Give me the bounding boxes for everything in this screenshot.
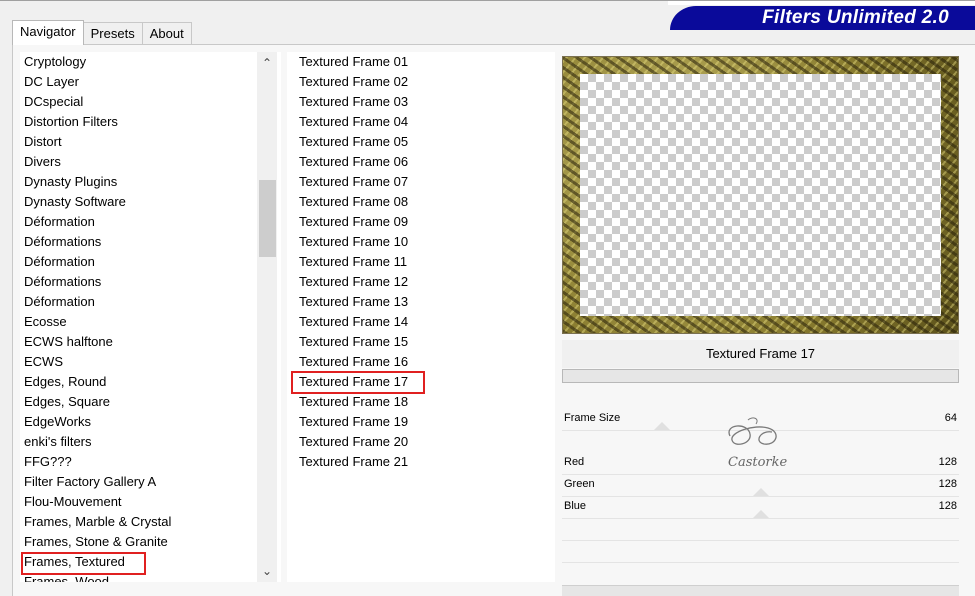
category-item[interactable]: Edges, Round bbox=[24, 372, 106, 392]
filter-item[interactable]: Textured Frame 21 bbox=[299, 452, 408, 472]
filter-item[interactable]: Textured Frame 04 bbox=[299, 112, 408, 132]
param-label: Frame Size bbox=[564, 412, 621, 424]
param-value: 64 bbox=[944, 412, 957, 424]
param-value: 128 bbox=[938, 500, 957, 512]
filter-list[interactable]: Textured Frame 01 Textured Frame 02 Textur… bbox=[287, 52, 555, 582]
filter-item[interactable]: Textured Frame 02 bbox=[299, 72, 408, 92]
scrollbar-thumb[interactable] bbox=[259, 180, 276, 257]
category-item[interactable]: Frames, Stone & Granite bbox=[24, 532, 168, 552]
category-scrollbar[interactable]: ⌃ ⌄ bbox=[257, 52, 277, 582]
category-list[interactable]: Cryptology DC Layer DCspecial Distortion Fi… bbox=[20, 52, 281, 582]
progress-bar bbox=[562, 369, 959, 383]
slider-track-blue[interactable] bbox=[562, 518, 959, 519]
slider-thumb-green[interactable] bbox=[753, 488, 769, 496]
scroll-up-arrow-icon[interactable]: ⌃ bbox=[257, 54, 277, 72]
category-item[interactable]: Dynasty Software bbox=[24, 192, 126, 212]
category-item[interactable]: DCspecial bbox=[24, 92, 83, 112]
category-item[interactable]: Flou-Mouvement bbox=[24, 492, 122, 512]
category-item[interactable]: Divers bbox=[24, 152, 61, 172]
signature-watermark: Castorke bbox=[728, 417, 788, 470]
category-item[interactable]: Déformations bbox=[24, 232, 101, 252]
category-item[interactable]: ECWS bbox=[24, 352, 63, 372]
filter-item[interactable]: Textured Frame 01 bbox=[299, 52, 408, 72]
slider-thumb-blue[interactable] bbox=[753, 510, 769, 518]
category-highlight-box bbox=[21, 552, 146, 575]
category-item[interactable]: Déformation bbox=[24, 212, 95, 232]
category-item[interactable]: Déformations bbox=[24, 272, 101, 292]
filter-item[interactable]: Textured Frame 09 bbox=[299, 212, 408, 232]
preview-frame bbox=[562, 56, 959, 334]
param-label: Green bbox=[564, 478, 595, 490]
category-item[interactable]: Filter Factory Gallery A bbox=[24, 472, 156, 492]
slider-thumb-frame-size[interactable] bbox=[654, 422, 670, 430]
category-item[interactable]: Edges, Square bbox=[24, 392, 110, 412]
signature-text: Castorke bbox=[728, 455, 788, 470]
filter-highlight-box bbox=[291, 371, 425, 394]
category-item[interactable]: Distort bbox=[24, 132, 62, 152]
param-value: 128 bbox=[938, 478, 957, 490]
category-item[interactable]: Cryptology bbox=[24, 52, 86, 72]
tab-about[interactable]: About bbox=[141, 22, 192, 44]
empty-param-track bbox=[562, 540, 959, 541]
category-item[interactable]: Ecosse bbox=[24, 312, 67, 332]
filter-item[interactable]: Textured Frame 03 bbox=[299, 92, 408, 112]
filter-item[interactable]: Textured Frame 14 bbox=[299, 312, 408, 332]
category-item[interactable]: DC Layer bbox=[24, 72, 79, 92]
filter-item[interactable]: Textured Frame 11 bbox=[299, 252, 407, 272]
empty-param-track bbox=[562, 562, 959, 563]
preview-transparent-area bbox=[580, 74, 941, 316]
filter-item[interactable]: Textured Frame 16 bbox=[299, 352, 408, 372]
filter-item[interactable]: Textured Frame 10 bbox=[299, 232, 408, 252]
filter-item[interactable]: Textured Frame 15 bbox=[299, 332, 408, 352]
category-item[interactable]: EdgeWorks bbox=[24, 412, 91, 432]
filter-item[interactable]: Textured Frame 06 bbox=[299, 152, 408, 172]
category-item[interactable]: ECWS halftone bbox=[24, 332, 113, 352]
category-item[interactable]: Dynasty Plugins bbox=[24, 172, 117, 192]
category-item[interactable]: enki's filters bbox=[24, 432, 92, 452]
filter-item[interactable]: Textured Frame 12 bbox=[299, 272, 408, 292]
scroll-down-arrow-icon[interactable]: ⌄ bbox=[257, 562, 277, 580]
category-item[interactable]: Distortion Filters bbox=[24, 112, 118, 132]
filter-item[interactable]: Textured Frame 20 bbox=[299, 432, 408, 452]
param-label: Blue bbox=[564, 500, 587, 512]
tab-presets[interactable]: Presets bbox=[82, 22, 143, 44]
bottom-strip bbox=[562, 585, 959, 596]
category-item[interactable]: Frames, Marble & Crystal bbox=[24, 512, 171, 532]
brand-banner: Filters Unlimited 2.0 bbox=[670, 6, 975, 30]
filter-item[interactable]: Textured Frame 08 bbox=[299, 192, 408, 212]
selected-filter-title: Textured Frame 17 bbox=[562, 340, 959, 368]
filter-item[interactable]: Textured Frame 05 bbox=[299, 132, 408, 152]
param-label: Red bbox=[564, 456, 585, 468]
category-item[interactable]: Déformation bbox=[24, 252, 95, 272]
category-item[interactable]: FFG??? bbox=[24, 452, 72, 472]
param-value: 128 bbox=[938, 456, 957, 468]
filter-item[interactable]: Textured Frame 07 bbox=[299, 172, 408, 192]
filter-item[interactable]: Textured Frame 13 bbox=[299, 292, 408, 312]
brand-title: Filters Unlimited 2.0 bbox=[762, 7, 949, 28]
tab-bar: Navigator Presets About bbox=[12, 20, 192, 45]
filter-item[interactable]: Textured Frame 19 bbox=[299, 412, 408, 432]
category-item[interactable]: Déformation bbox=[24, 292, 95, 312]
filter-item[interactable]: Textured Frame 18 bbox=[299, 392, 408, 412]
tab-navigator[interactable]: Navigator bbox=[12, 20, 84, 45]
